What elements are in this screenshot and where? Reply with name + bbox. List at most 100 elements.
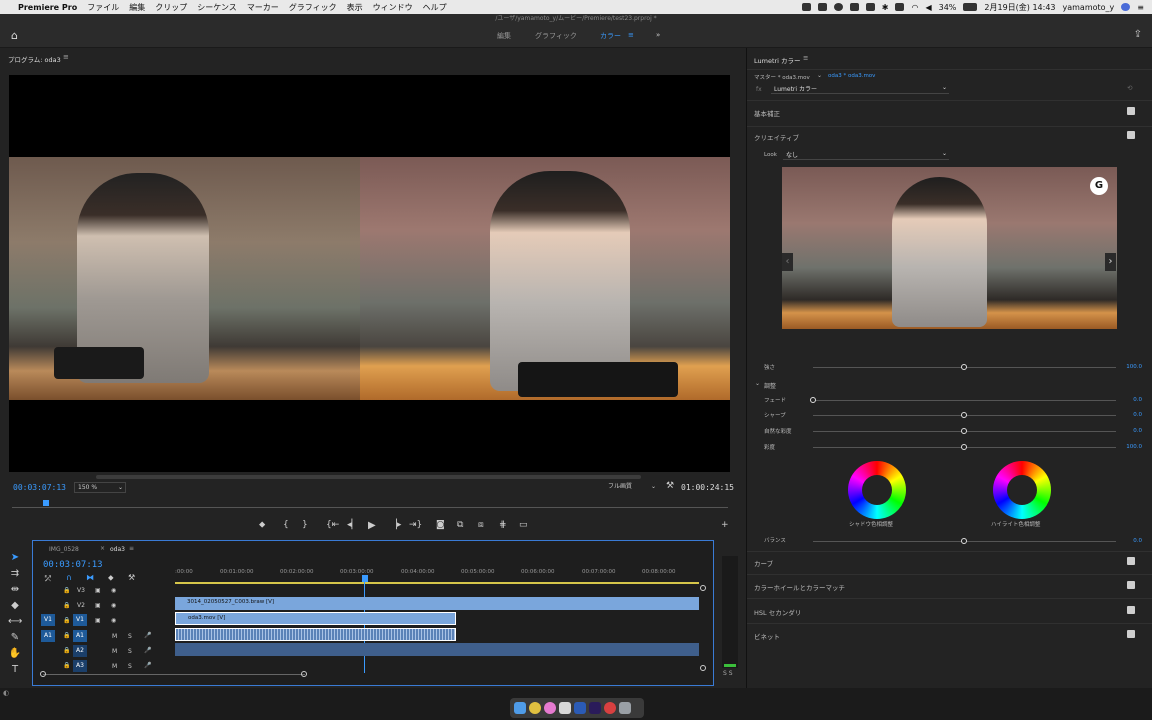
menu-marker[interactable]: マーカー (247, 2, 279, 13)
app-icon[interactable] (559, 702, 571, 714)
close-icon[interactable]: × (100, 545, 105, 552)
linked-selection-icon[interactable]: ⧓ (86, 573, 94, 582)
fade-value[interactable]: 0.0 (1133, 397, 1142, 403)
sharpen-value[interactable]: 0.0 (1133, 412, 1142, 418)
add-button-icon[interactable]: + (721, 520, 729, 530)
slider-knob[interactable] (961, 444, 967, 450)
status-icon[interactable] (849, 3, 859, 11)
creative-checkbox[interactable] (1127, 131, 1135, 139)
nest-icon[interactable]: ⤱ (45, 574, 51, 584)
step-back-icon[interactable]: ◂▏ (347, 520, 358, 530)
program-title[interactable]: プログラム: oda3 (8, 54, 61, 64)
track-label-v2[interactable]: V2 (77, 602, 85, 609)
look-preview[interactable]: G (782, 167, 1117, 329)
menu-help[interactable]: ヘルプ (423, 2, 447, 13)
track-label-v1[interactable]: V1 (73, 614, 87, 626)
mute-button[interactable]: M (112, 648, 117, 655)
panel-menu-icon[interactable]: ≡ (129, 545, 134, 552)
fx-icon[interactable]: fx (756, 86, 762, 93)
highlight-tint-wheel[interactable] (993, 461, 1051, 519)
balance-slider[interactable] (813, 538, 1116, 544)
preview-prev-button[interactable]: ‹ (782, 253, 793, 271)
chrome-icon[interactable] (529, 702, 541, 714)
home-icon[interactable]: ⌂ (11, 29, 18, 42)
sync-lock-icon[interactable]: ▣ (95, 617, 101, 624)
menu-window[interactable]: ウィンドウ (373, 2, 413, 13)
status-indicator-icon[interactable]: ◐ (3, 689, 9, 697)
settings-wrench-icon[interactable]: ⚒ (666, 481, 674, 491)
clock-text[interactable]: 2月19日(金) 14:43 (984, 2, 1055, 13)
workspace-menu-icon[interactable]: ≡ (628, 31, 634, 39)
user-name[interactable]: yamamoto_y (1063, 3, 1115, 12)
mute-button[interactable]: M (112, 633, 117, 640)
work-area-bar[interactable] (175, 582, 699, 584)
timeline-settings-icon[interactable]: ⚒ (128, 573, 135, 582)
menu-edit[interactable]: 編集 (129, 2, 145, 13)
comparison-view-icon[interactable]: ⧉ (457, 520, 463, 530)
status-icon[interactable] (865, 3, 875, 11)
source-patch-v1[interactable]: V1 (41, 614, 55, 626)
safe-margins-icon[interactable]: ▭ (519, 520, 528, 530)
panel-menu-icon[interactable]: ≡ (803, 54, 808, 62)
playhead[interactable] (362, 575, 368, 582)
app-menu[interactable]: Premiere Pro (18, 3, 77, 12)
vignette-checkbox[interactable] (1127, 630, 1135, 638)
program-timecode[interactable]: 00:03:07:13 (13, 483, 66, 492)
section-color-wheels[interactable]: カラーホイールとカラーマッチ (754, 582, 845, 592)
section-vignette[interactable]: ビネット (754, 631, 780, 641)
mic-icon[interactable]: 🎤 (144, 647, 151, 654)
menu-graphics[interactable]: グラフィック (289, 2, 337, 13)
lock-icon[interactable]: 🔒 (63, 587, 70, 594)
status-icon[interactable] (801, 3, 811, 11)
share-icon[interactable]: ⇪ (1134, 29, 1142, 40)
timeline-scrollbar[interactable] (43, 674, 305, 675)
razor-tool-icon[interactable]: ◆ (8, 600, 22, 612)
export-frame-icon[interactable]: ◙ (436, 520, 445, 530)
trash-icon[interactable] (619, 702, 631, 714)
curves-checkbox[interactable] (1127, 557, 1135, 565)
slider-knob[interactable] (961, 428, 967, 434)
lock-icon[interactable]: 🔒 (63, 632, 70, 639)
vertical-scroll-handle[interactable] (700, 585, 706, 591)
solo-button[interactable]: S (128, 633, 132, 640)
mic-icon[interactable]: 🎤 (144, 632, 151, 639)
master-clip-label[interactable]: マスター * oda3.mov (754, 73, 810, 81)
go-to-in-icon[interactable]: {⇤ (326, 520, 339, 530)
section-creative[interactable]: クリエイティブ (754, 132, 799, 142)
look-select[interactable]: なし ⌄ (783, 150, 949, 160)
playhead-marker[interactable] (43, 500, 49, 506)
ripple-edit-tool-icon[interactable]: ⇹ (8, 584, 22, 596)
menu-sequence[interactable]: シーケンス (197, 2, 237, 13)
vibrance-slider[interactable] (813, 428, 1116, 434)
pen-tool-icon[interactable]: ✎ (8, 632, 22, 644)
siri-icon[interactable] (1121, 3, 1131, 11)
workspace-edit[interactable]: 編集 (497, 31, 511, 41)
eye-icon[interactable]: ◉ (111, 602, 116, 609)
basic-checkbox[interactable] (1127, 107, 1135, 115)
lock-icon[interactable]: 🔒 (63, 647, 70, 654)
tab-oda3[interactable]: oda3 (110, 546, 125, 553)
lock-icon[interactable]: 🔒 (63, 662, 70, 669)
panel-menu-icon[interactable]: ≡ (63, 53, 69, 61)
vibrance-value[interactable]: 0.0 (1133, 428, 1142, 434)
lumetri-title[interactable]: Lumetri カラー (754, 55, 801, 65)
clip-a2[interactable] (175, 643, 699, 656)
track-label-v3[interactable]: V3 (77, 587, 85, 594)
quality-select[interactable]: フル画質 ⌄ (608, 482, 658, 493)
fade-slider[interactable] (810, 397, 1116, 403)
add-marker-icon[interactable]: ⬥ (108, 573, 114, 583)
battery-icon[interactable] (963, 3, 978, 11)
mini-timeline-bar[interactable] (12, 507, 728, 508)
sharpen-slider[interactable] (813, 412, 1116, 418)
scroll-handle[interactable] (40, 671, 46, 677)
control-center-icon[interactable]: ≡ (1137, 3, 1144, 12)
slider-knob[interactable] (961, 412, 967, 418)
sync-lock-icon[interactable]: ▣ (95, 587, 101, 594)
wifi-icon[interactable]: ◠ (911, 3, 918, 12)
meter-solo-label[interactable]: S S (723, 670, 733, 677)
snap-magnet-icon[interactable]: ∩ (66, 573, 72, 582)
zoom-select[interactable]: 150 % ⌄ (74, 482, 126, 493)
slider-knob[interactable] (961, 538, 967, 544)
balance-value[interactable]: 0.0 (1133, 538, 1142, 544)
menu-file[interactable]: ファイル (87, 2, 119, 13)
